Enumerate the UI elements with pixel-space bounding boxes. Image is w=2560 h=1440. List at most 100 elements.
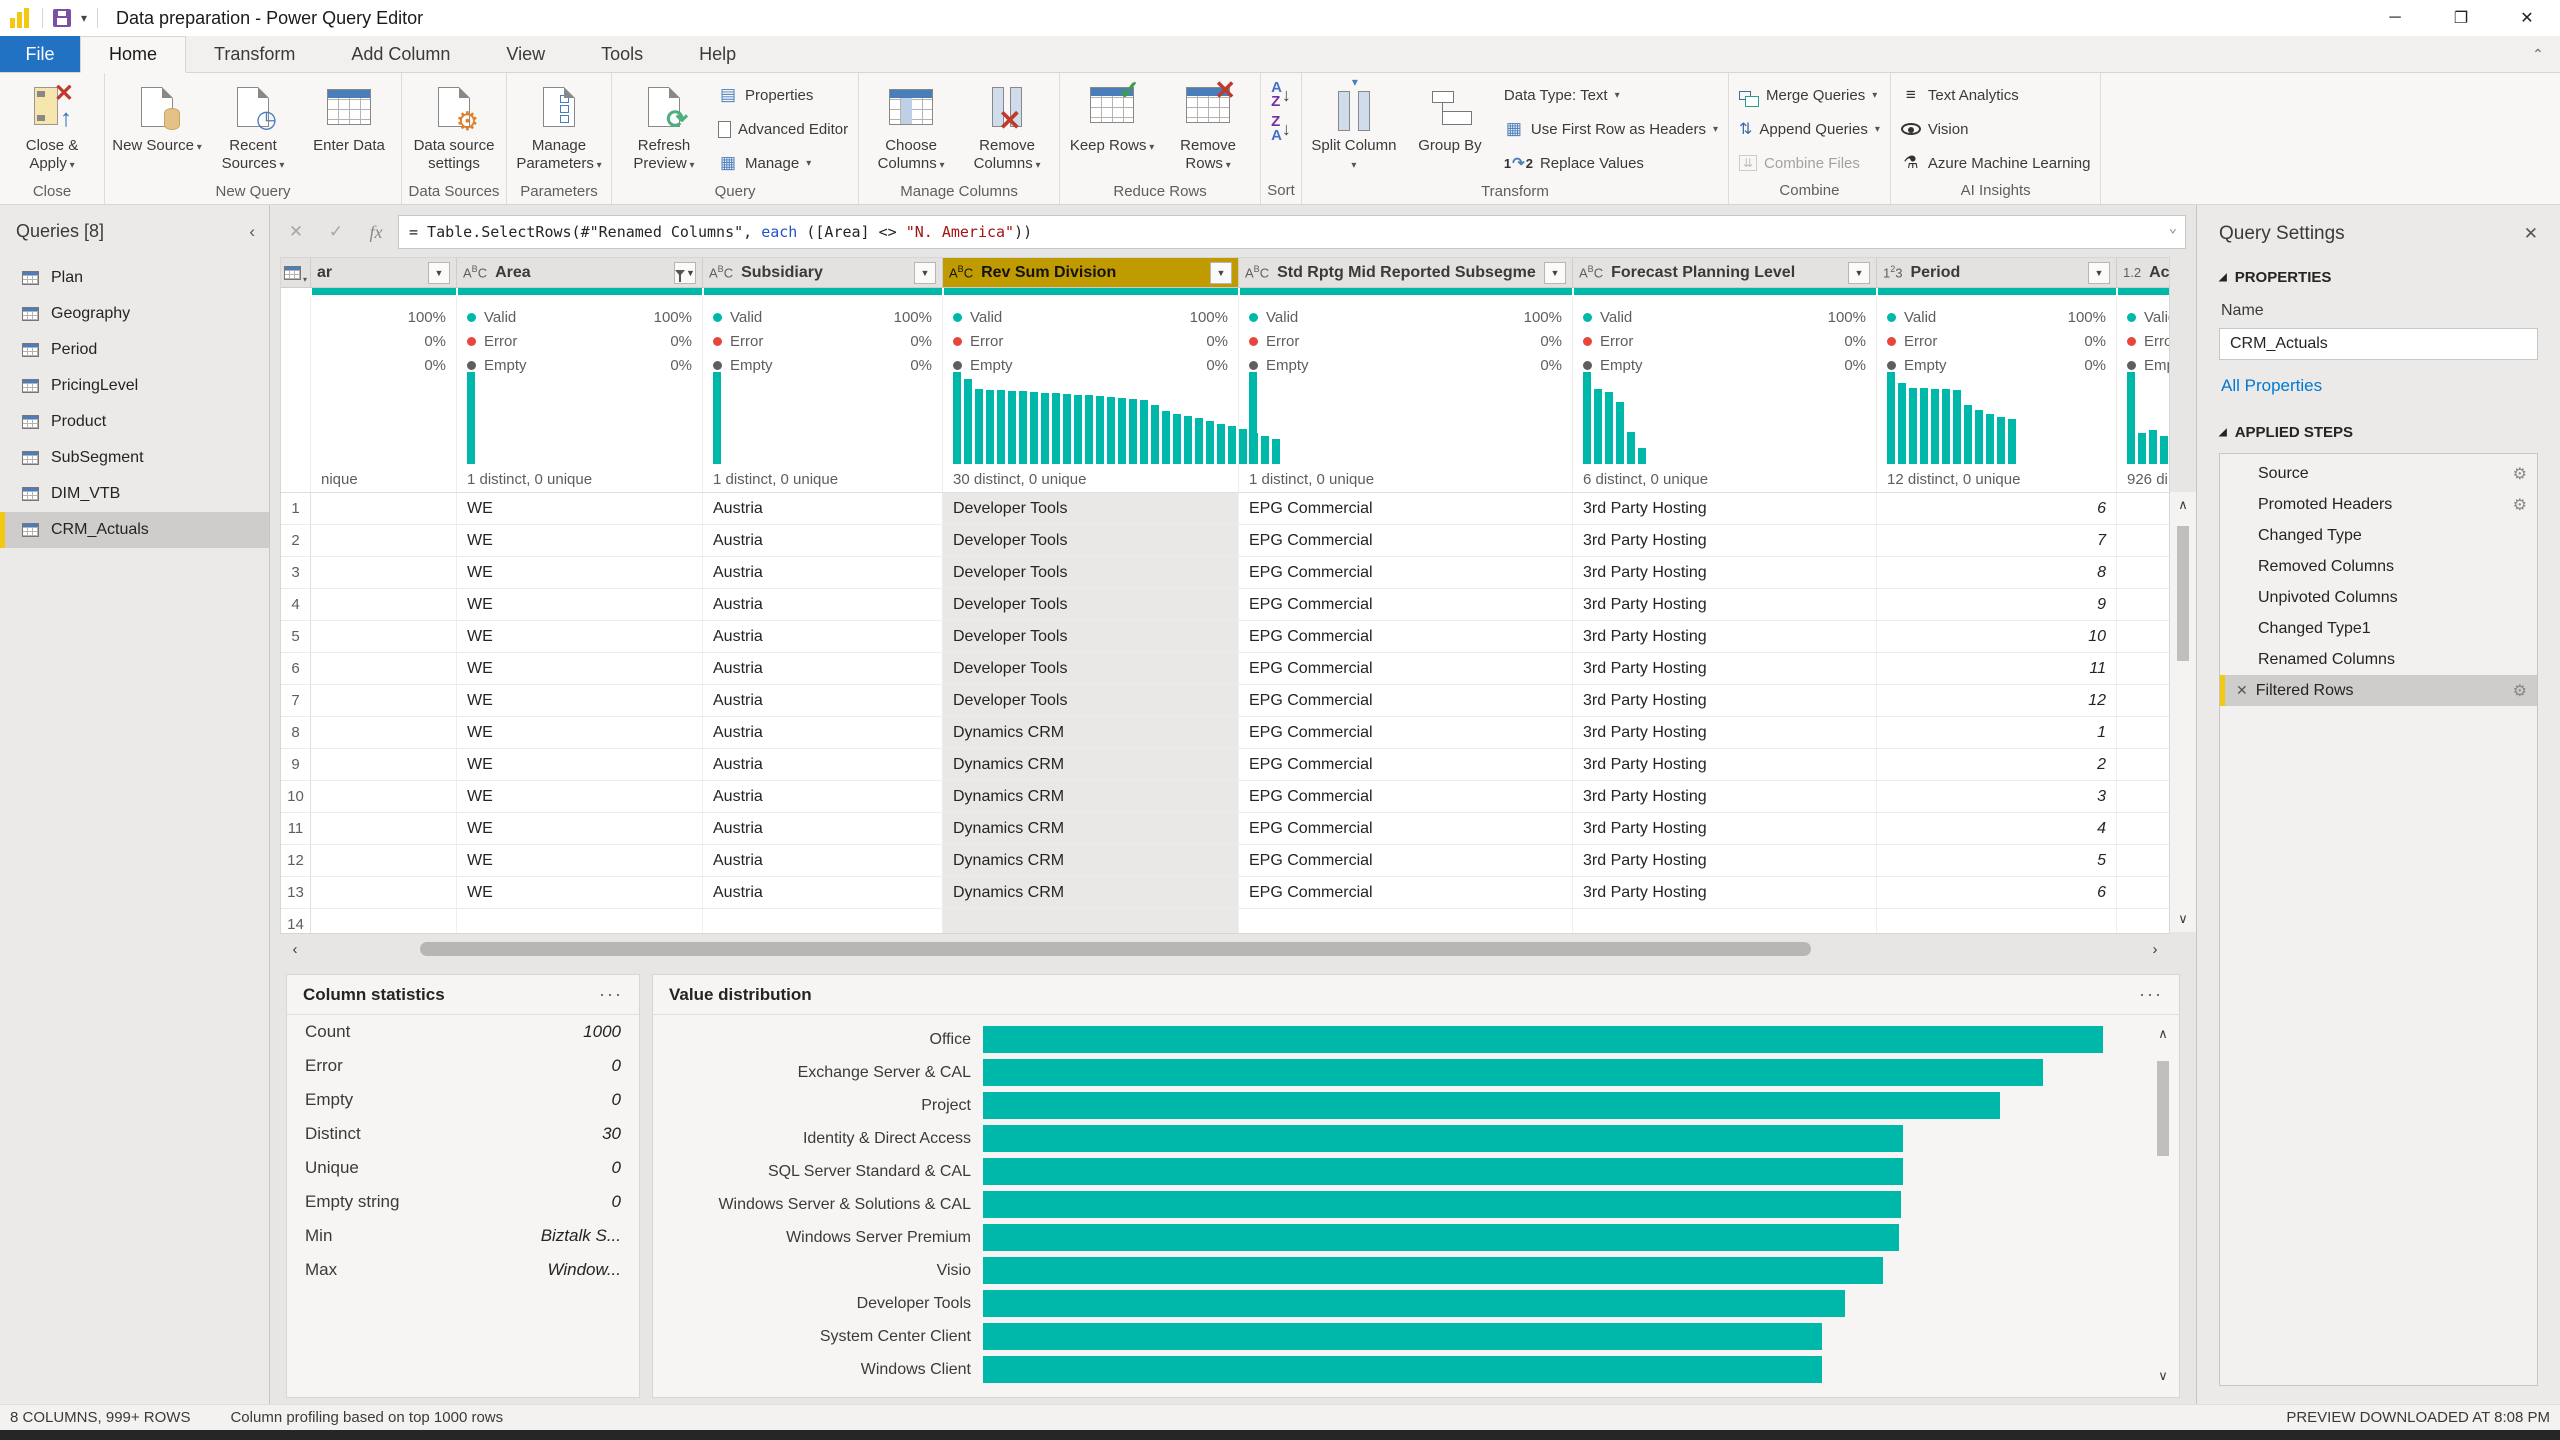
cell-period[interactable]: 7 [1877,525,2117,556]
cell-period[interactable]: 6 [1877,493,2117,524]
table-row[interactable]: 8WEAustriaDynamics CRMEPG Commercial3rd … [281,717,2170,749]
cell-blank[interactable] [2117,813,2170,844]
choose-columns-button[interactable]: Choose Columns ▾ [865,77,957,181]
cell-level[interactable]: 3rd Party Hosting [1573,877,1877,908]
cell-level[interactable] [1573,909,1877,933]
cell-division[interactable]: Developer Tools [943,589,1239,620]
cell-subsegment[interactable]: EPG Commercial [1239,493,1573,524]
refresh-preview-button[interactable]: ⟳Refresh Preview ▾ [618,77,710,181]
cell-period[interactable]: 12 [1877,685,2117,716]
cell-division[interactable]: Dynamics CRM [943,781,1239,812]
cell-subsegment[interactable]: EPG Commercial [1239,749,1573,780]
delete-step-icon[interactable]: ✕ [2236,682,2248,699]
tab-view[interactable]: View [478,36,573,72]
scrollbar-thumb[interactable] [420,942,1811,956]
cell-blank[interactable] [311,557,457,588]
scroll-up-icon[interactable]: ∧ [2170,492,2196,518]
cell-period[interactable]: 9 [1877,589,2117,620]
cell-blank[interactable] [2117,909,2170,933]
cell-subsegment[interactable]: EPG Commercial [1239,653,1573,684]
cell-blank[interactable] [311,909,457,933]
table-row[interactable]: 7WEAustriaDeveloper ToolsEPG Commercial3… [281,685,2170,717]
cell-blank[interactable] [2117,621,2170,652]
cell-area[interactable]: WE [457,589,703,620]
cell-period[interactable]: 5 [1877,845,2117,876]
query-item-subsegment[interactable]: SubSegment [0,440,269,476]
cell-period[interactable] [1877,909,2117,933]
split-column-button[interactable]: ▾Split Column ▾ [1308,77,1400,181]
sort-az-button[interactable]: AZ↓ [1267,81,1295,109]
cell-area[interactable]: WE [457,877,703,908]
table-row[interactable]: 4WEAustriaDeveloper ToolsEPG Commercial3… [281,589,2170,621]
remove-rows-button[interactable]: ✕Remove Rows ▾ [1162,77,1254,181]
applied-step-changed-type1[interactable]: Changed Type1 [2220,613,2537,644]
cell-subsidiary[interactable]: Austria [703,877,943,908]
cell-level[interactable]: 3rd Party Hosting [1573,781,1877,812]
column-header-ac[interactable]: 1.2Ac [2117,258,2170,288]
tab-home[interactable]: Home [80,36,186,73]
cell-area[interactable]: WE [457,749,703,780]
close-apply-button[interactable]: ✕↑Close & Apply ▾ [6,77,98,181]
more-options-icon[interactable]: ··· [599,984,623,1005]
cell-area[interactable]: WE [457,813,703,844]
cell-subsegment[interactable]: EPG Commercial [1239,717,1573,748]
query-item-pricinglevel[interactable]: PricingLevel [0,368,269,404]
column-header-ar[interactable]: ar▼ [311,258,457,288]
expand-formula-icon[interactable]: ⌄ [2169,220,2177,236]
table-row[interactable]: 2WEAustriaDeveloper ToolsEPG Commercial3… [281,525,2170,557]
replace-values-button[interactable]: 1↷2Replace Values [1500,149,1722,177]
cell-area[interactable]: WE [457,493,703,524]
applied-step-removed-columns[interactable]: Removed Columns [2220,551,2537,582]
column-header-period[interactable]: 123Period▼ [1877,258,2117,288]
cell-subsidiary[interactable]: Austria [703,493,943,524]
cell-period[interactable]: 3 [1877,781,2117,812]
close-button[interactable]: ✕ [2494,0,2560,36]
tab-file[interactable]: File [0,36,80,72]
keep-rows-button[interactable]: ✓Keep Rows ▾ [1066,77,1158,181]
cell-period[interactable]: 6 [1877,877,2117,908]
cell-blank[interactable] [311,717,457,748]
manage-parameters-button[interactable]: Manage Parameters ▾ [513,77,605,181]
collapse-ribbon-icon[interactable]: ⌃ [2516,36,2560,72]
cell-subsegment[interactable]: EPG Commercial [1239,525,1573,556]
column-header-forecast-planning-level[interactable]: ABCForecast Planning Level▼ [1573,258,1877,288]
distribution-bar-row[interactable]: Developer Tools [653,1287,2179,1320]
cell-division[interactable]: Dynamics CRM [943,717,1239,748]
cell-level[interactable]: 3rd Party Hosting [1573,621,1877,652]
use-first-row-as-headers-button[interactable]: ▦Use First Row as Headers▾ [1500,115,1722,143]
more-options-icon[interactable]: ··· [2139,984,2163,1005]
cell-area[interactable] [457,909,703,933]
cell-area[interactable]: WE [457,557,703,588]
distribution-bar-row[interactable]: Windows Client [653,1353,2179,1386]
distribution-bar-row[interactable]: Windows Server Premium [653,1221,2179,1254]
column-filter-dropdown-icon[interactable]: ▼ [428,262,450,284]
distribution-bar-row[interactable]: Windows Server & Solutions & CAL [653,1188,2179,1221]
applied-step-source[interactable]: Source⚙ [2220,458,2537,489]
table-row[interactable]: 9WEAustriaDynamics CRMEPG Commercial3rd … [281,749,2170,781]
cell-blank[interactable] [311,749,457,780]
grid-horizontal-scrollbar[interactable]: ‹ › [280,936,2170,962]
cell-subsidiary[interactable]: Austria [703,621,943,652]
cell-period[interactable]: 8 [1877,557,2117,588]
cell-blank[interactable] [311,685,457,716]
cell-division[interactable]: Developer Tools [943,493,1239,524]
value-distribution-scrollbar[interactable]: ∧ ∨ [2151,1021,2175,1389]
cell-blank[interactable] [311,493,457,524]
column-header-std-rptg-mid-reported-subsegment[interactable]: ABCStd Rptg Mid Reported Subsegment▼ [1239,258,1573,288]
scrollbar-thumb[interactable] [2157,1061,2169,1156]
cell-subsegment[interactable]: EPG Commercial [1239,845,1573,876]
tab-tools[interactable]: Tools [573,36,671,72]
cell-area[interactable]: WE [457,845,703,876]
cell-subsegment[interactable]: EPG Commercial [1239,813,1573,844]
maximize-button[interactable]: ❐ [2428,0,2494,36]
query-item-geography[interactable]: Geography [0,296,269,332]
cell-blank[interactable] [311,525,457,556]
cell-blank[interactable] [2117,493,2170,524]
advanced-editor-button[interactable]: Advanced Editor [714,115,852,143]
cell-blank[interactable] [311,845,457,876]
new-source-button[interactable]: New Source ▾ [111,77,203,181]
cell-subsidiary[interactable]: Austria [703,781,943,812]
cell-blank[interactable] [2117,653,2170,684]
cell-level[interactable]: 3rd Party Hosting [1573,653,1877,684]
cell-level[interactable]: 3rd Party Hosting [1573,845,1877,876]
